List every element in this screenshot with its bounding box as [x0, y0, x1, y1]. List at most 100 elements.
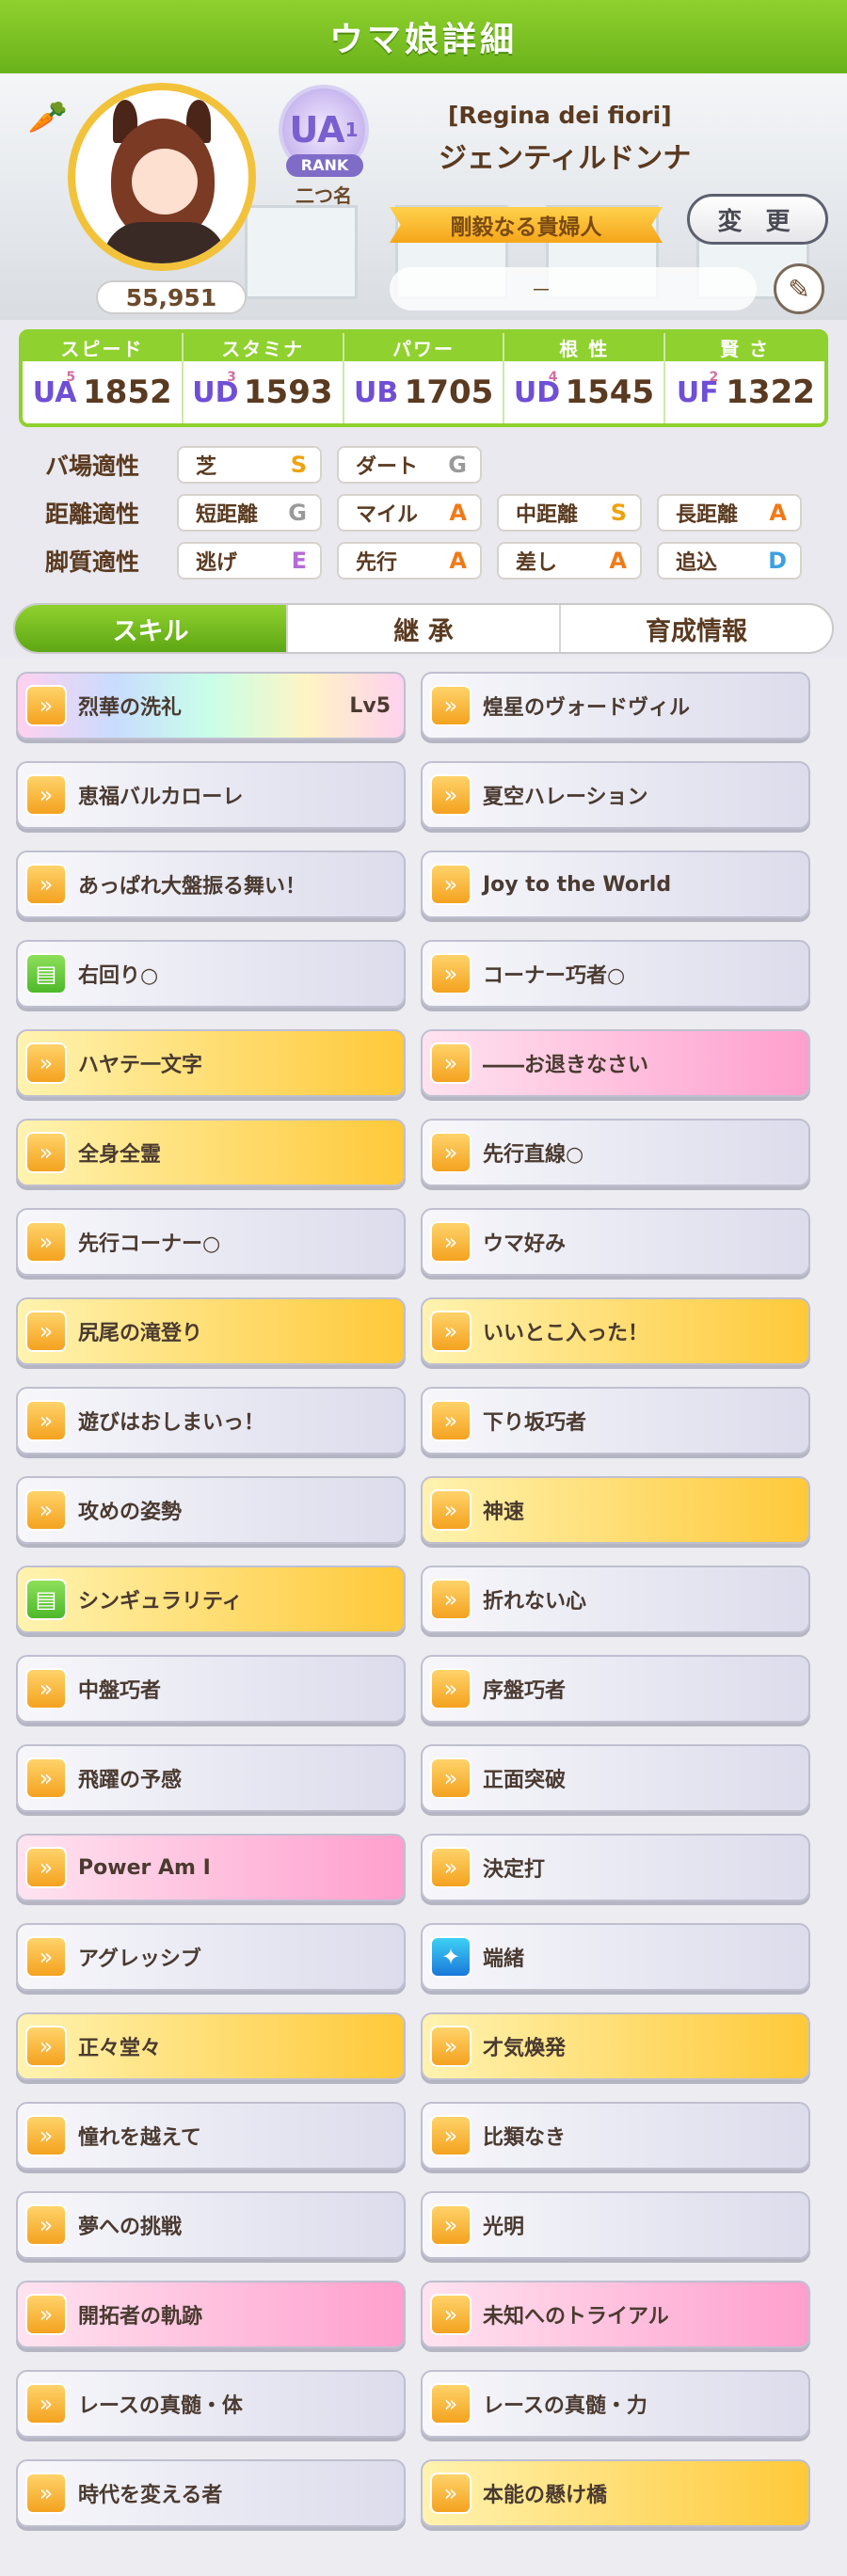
nickname: 二つ名	[296, 184, 352, 207]
skill-name: 中盤巧者	[78, 1679, 162, 1703]
speed-icon: »	[430, 1668, 471, 1709]
skill-list: » 烈華の洗礼 Lv5 » 煌星のヴォードヴィル » 恵福バルカローレ » 夏空ハレーション » あ…	[0, 659, 847, 2576]
aptitude-pace: 先行 A	[337, 542, 482, 580]
skill-card[interactable]: » 光明	[421, 2191, 810, 2259]
skill-name: コーナー巧者○	[483, 964, 626, 988]
speed-icon: »	[430, 2204, 471, 2246]
skill-card[interactable]: » 開拓者の軌跡	[16, 2281, 406, 2348]
edit-pencil-icon[interactable]: ✎	[774, 263, 824, 314]
skill-name: 烈華の洗礼	[78, 696, 183, 720]
skill-card[interactable]: » 夢への挑戦	[16, 2191, 406, 2259]
stat-grade: UD 3	[192, 370, 239, 409]
skill-name: 本能の懸け橋	[483, 2484, 608, 2507]
skill-card[interactable]: » レースの真髄・力	[421, 2370, 810, 2438]
skill-card[interactable]: » 神速	[421, 1476, 810, 1544]
skill-name: 煌星のヴォードヴィル	[483, 696, 691, 720]
speed-icon: »	[430, 2473, 471, 2514]
skill-card[interactable]: » コーナー巧者○	[421, 940, 810, 1008]
skill-name: 攻めの姿勢	[78, 1501, 183, 1524]
skill-card[interactable]: » 攻めの姿勢	[16, 1476, 406, 1544]
skill-card[interactable]: » 比類なき	[421, 2102, 810, 2170]
skill-card[interactable]: » ハヤテ一文字	[16, 1029, 406, 1097]
skill-card[interactable]: » ウマ好み	[421, 1208, 810, 1276]
aptitude-dirt: ダート G	[337, 446, 482, 484]
stat-value: 1852	[83, 374, 172, 411]
speed-icon: »	[430, 953, 471, 994]
skill-card[interactable]: » 夏空ハレーション	[421, 761, 810, 829]
tab-skills[interactable]: スキル	[15, 605, 288, 652]
skill-card[interactable]: » 先行コーナー○	[16, 1208, 406, 1276]
rank-sub: 1	[344, 119, 359, 141]
tab-inheritance[interactable]: 継 承	[288, 605, 561, 652]
skill-card[interactable]: » 決定打	[421, 1834, 810, 1901]
speed-icon: »	[25, 1847, 67, 1888]
skill-card[interactable]: » 才気煥発	[421, 2012, 810, 2080]
skill-name: 正々堂々	[78, 2037, 162, 2060]
aptitude-mile: マイル A	[337, 494, 482, 532]
skill-card[interactable]: » 時代を変える者	[16, 2459, 406, 2527]
stat-label: スタミナ	[183, 333, 343, 361]
skill-card[interactable]: » 全身全霊	[16, 1119, 406, 1186]
skill-card[interactable]: » Power Am I	[16, 1834, 406, 1901]
skill-card[interactable]: » 正面突破	[421, 1744, 810, 1812]
skill-card[interactable]: » 飛躍の予感	[16, 1744, 406, 1812]
skill-name: 憧れを越えて	[78, 2126, 201, 2150]
skill-card[interactable]: » 未知へのトライアル	[421, 2281, 810, 2348]
skill-name: レースの真髄・体	[78, 2394, 243, 2418]
aptitude-turf: 芝S	[177, 446, 322, 484]
skill-name: 才気煥発	[483, 2037, 567, 2060]
tab-training-info[interactable]: 育成情報	[561, 605, 832, 652]
skill-card[interactable]: » 烈華の洗礼 Lv5	[16, 672, 406, 739]
skill-name: ハヤテ一文字	[78, 1054, 203, 1077]
skill-card[interactable]: » いいとこ入った！	[421, 1297, 810, 1365]
skill-card[interactable]: » 折れない心	[421, 1566, 810, 1633]
stat-value: 1322	[726, 374, 815, 411]
skill-card[interactable]: » 煌星のヴォードヴィル	[421, 672, 810, 739]
skill-card[interactable]: » 遊びはおしまいっ！	[16, 1387, 406, 1455]
skill-card[interactable]: » 恵福バルカローレ	[16, 761, 406, 829]
skill-name: 比類なき	[483, 2126, 567, 2150]
skill-card[interactable]: ✦ 端緒	[421, 1923, 810, 1991]
skill-card[interactable]: ▤ シンギュラリティ	[16, 1566, 406, 1633]
speed-icon: »	[25, 2473, 67, 2514]
skill-name: ウマ好み	[483, 1232, 567, 1256]
skill-name: アグレッシブ	[78, 1948, 201, 1971]
stat-grade: UB	[354, 375, 399, 409]
skill-card[interactable]: » ――お退きなさい	[421, 1029, 810, 1097]
stat-wisdom: 賢 さ UF 2 1322	[665, 333, 824, 423]
aptitude-end: 追込 D	[657, 542, 802, 580]
avatar[interactable]	[68, 83, 256, 271]
skill-card[interactable]: » あっぱれ大盤振る舞い！	[16, 851, 406, 918]
skill-card[interactable]: » 先行直線○	[421, 1119, 810, 1186]
carrot-icon[interactable]: 🥕	[26, 96, 70, 139]
skill-card[interactable]: » 序盤巧者	[421, 1655, 810, 1723]
stat-label: パワー	[344, 333, 503, 361]
skill-card[interactable]: » アグレッシブ	[16, 1923, 406, 1991]
rank-grade: UA	[289, 109, 345, 151]
speed-icon: »	[25, 1042, 67, 1084]
skill-card[interactable]: » Joy to the World	[421, 851, 810, 918]
stat-grade: UD 4	[513, 370, 561, 409]
stat-label: 賢 さ	[665, 333, 824, 361]
skill-card[interactable]: » 憧れを越えて	[16, 2102, 406, 2170]
fan-count: 55,951	[96, 280, 247, 314]
stat-value: 1705	[404, 374, 494, 411]
stat-label: 根 性	[504, 333, 664, 361]
skill-card[interactable]: » 中盤巧者	[16, 1655, 406, 1723]
sparkle-icon: ✦	[430, 1936, 471, 1978]
skill-name: 時代を変える者	[78, 2484, 223, 2507]
skill-card[interactable]: » レースの真髄・体	[16, 2370, 406, 2438]
skill-name: 右回り○	[78, 964, 159, 988]
skill-card[interactable]: ▤ 右回り○	[16, 940, 406, 1008]
speed-icon: »	[430, 1400, 471, 1441]
skill-name: 序盤巧者	[483, 1679, 567, 1703]
skill-card[interactable]: » 下り坂巧者	[421, 1387, 810, 1455]
skill-card[interactable]: » 正々堂々	[16, 2012, 406, 2080]
skill-card[interactable]: » 尻尾の滝登り	[16, 1297, 406, 1365]
skill-card[interactable]: » 本能の懸け橋	[421, 2459, 810, 2527]
speed-icon: »	[430, 1221, 471, 1263]
skill-name: 遊びはおしまいっ！	[78, 1411, 265, 1435]
change-button[interactable]: 変 更	[687, 194, 828, 245]
speed-icon: »	[430, 1757, 471, 1799]
speed-icon: »	[430, 2026, 471, 2067]
